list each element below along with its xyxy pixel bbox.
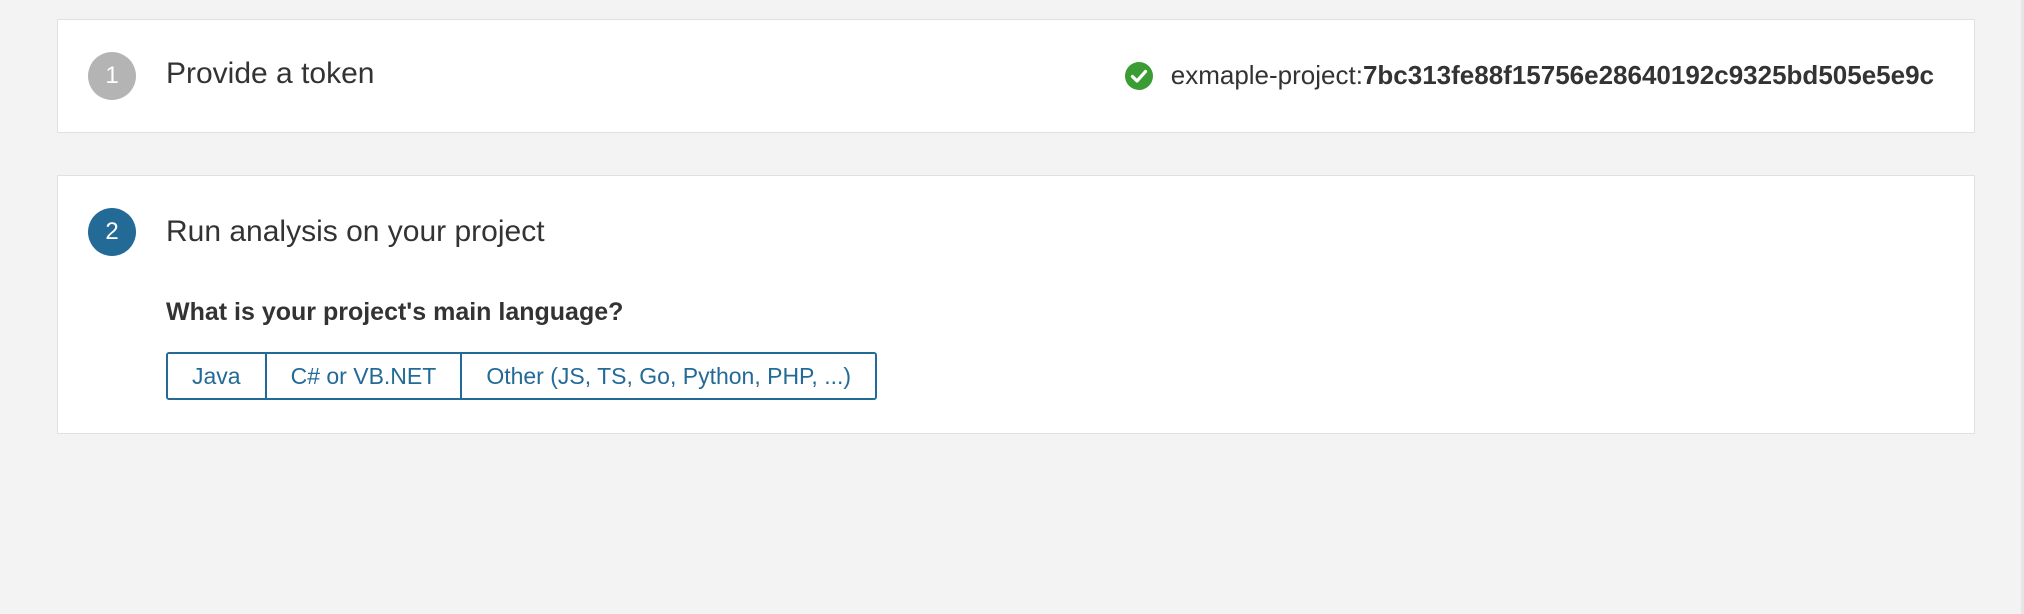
language-question: What is your project's main language? [166, 298, 624, 326]
language-option-dotnet[interactable]: C# or VB.NET [264, 354, 461, 398]
token-display: exmaple-project: 7bc313fe88f15756e2864019… [1124, 60, 1934, 91]
token-value: 7bc313fe88f15756e28640192c9325bd505e5e9c [1362, 60, 1934, 90]
language-selector: Java C# or VB.NET Other (JS, TS, Go, Pyt… [166, 352, 878, 400]
step-title: Provide a token [166, 57, 375, 90]
step-number-badge: 2 [88, 208, 136, 256]
step-title: Run analysis on your project [166, 215, 545, 248]
page: 1 Provide a token exmaple-project: 7bc313… [0, 0, 2024, 614]
step-provide-token: 1 Provide a token exmaple-project: 7bc313… [57, 19, 1975, 133]
token-project-key: exmaple-project: [1170, 60, 1363, 90]
step-run-analysis: 2 Run analysis on your project What is y… [57, 175, 1975, 434]
check-circle-icon [1124, 61, 1153, 90]
language-option-java[interactable]: Java [168, 354, 265, 398]
language-option-other[interactable]: Other (JS, TS, Go, Python, PHP, ...) [460, 354, 876, 398]
step-number-badge: 1 [88, 52, 136, 100]
